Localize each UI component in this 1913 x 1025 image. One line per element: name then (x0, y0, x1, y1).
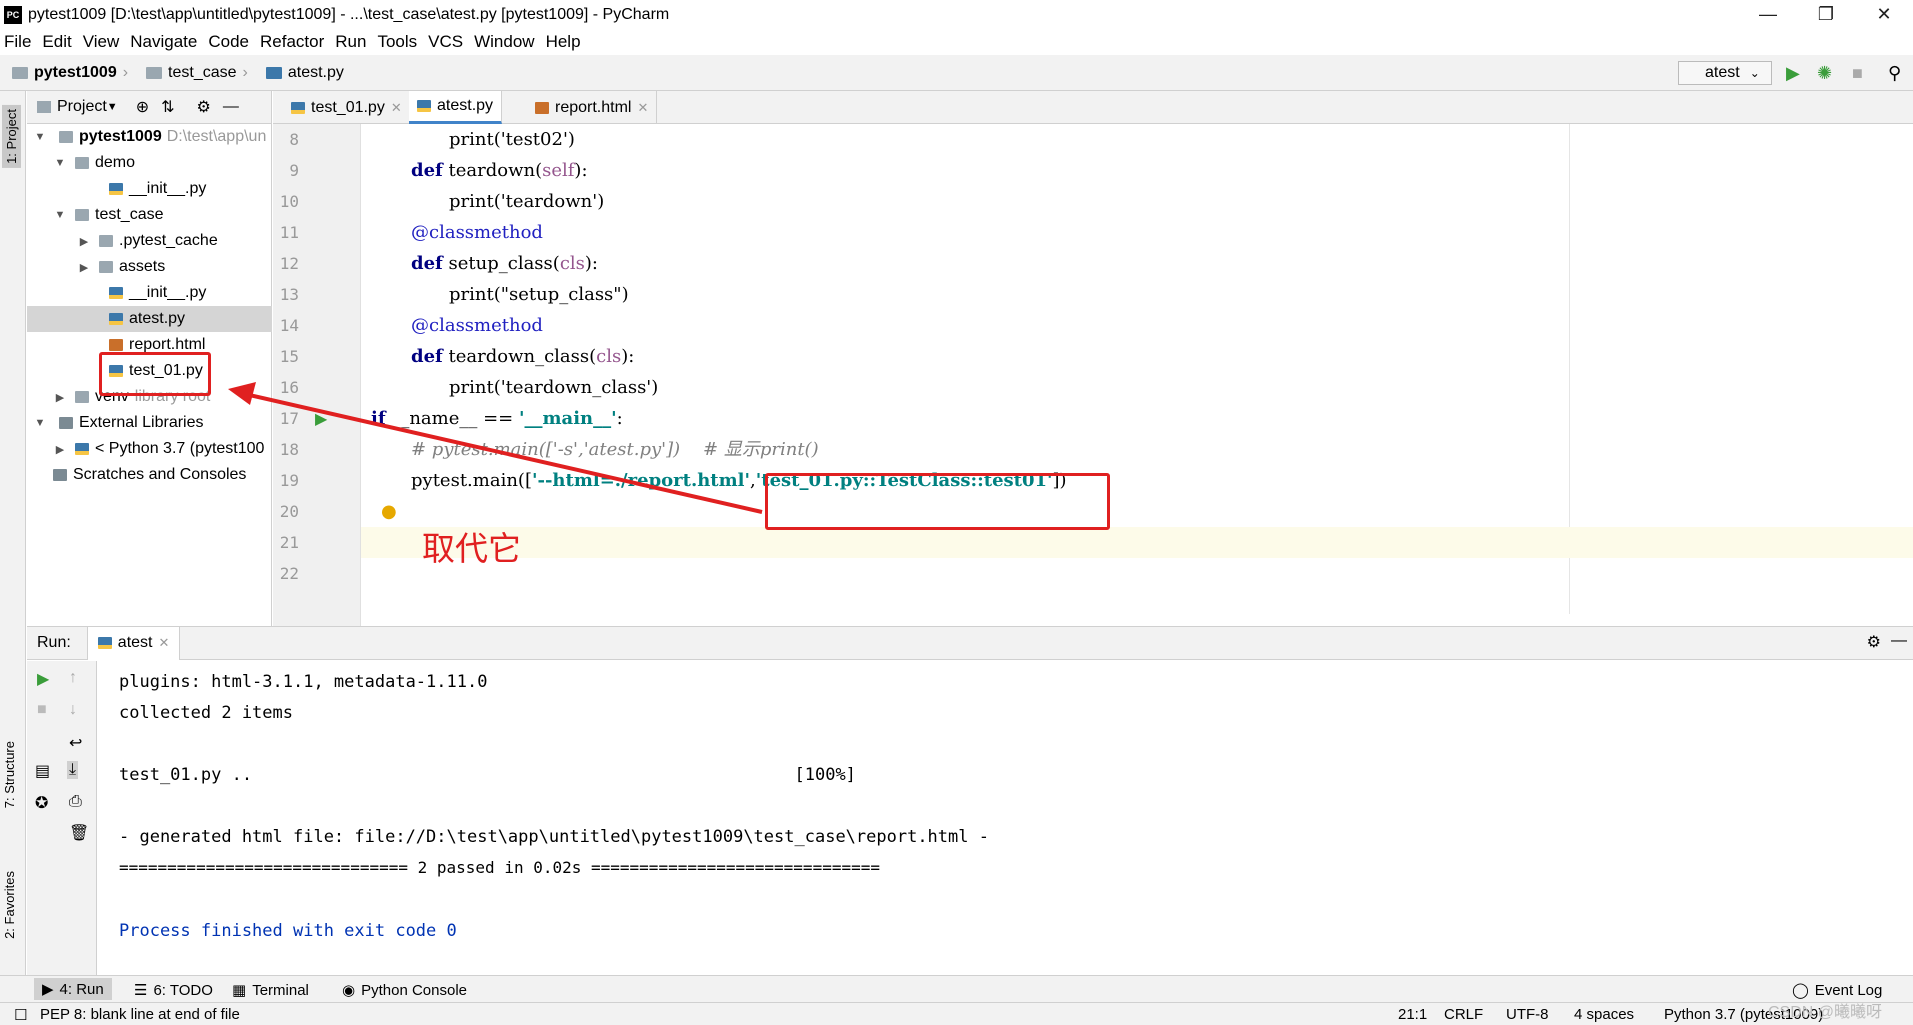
run-label: Run: (37, 634, 71, 651)
python-icon: ◉ (342, 982, 356, 999)
run-panel-header: Run: atest ✕ ⚙ — (27, 626, 1913, 660)
tool-tab-label: Terminal (252, 981, 309, 999)
watermark: CSDN @曦曦呀 (1768, 1004, 1883, 1021)
status-message: PEP 8: blank line at end of file (40, 1006, 240, 1023)
event-log-label: Event Log (1814, 981, 1883, 999)
console-line: plugins: html-3.1.1, metadata-1.11.0 (119, 672, 488, 692)
console-line: collected 2 items (119, 703, 293, 723)
run-tab-label: atest (117, 634, 153, 651)
hide-panel-icon[interactable]: — (1891, 632, 1907, 650)
run-panel: Run: atest ✕ ⚙ — ▶ ↑ ■ ↓ ↩ ▤ ⤓ ✪ ⎙ 🗑 plug… (27, 626, 1913, 976)
line-separator[interactable]: CRLF (1444, 1006, 1483, 1023)
layout-icon[interactable]: ▤ (35, 761, 50, 781)
terminal-icon: ▦ (232, 982, 247, 999)
stop-icon[interactable]: ■ (37, 701, 47, 719)
tool-window-bar: ▶ 4: Run ☰ 6: TODO ▦ Terminal ◉ Python Conso… (0, 975, 1913, 1002)
run-icon: ▶ (42, 981, 54, 998)
event-log-icon: ◯ (1792, 982, 1809, 999)
event-log-button[interactable]: ◯ Event Log (1792, 981, 1883, 1000)
run-tab[interactable]: atest ✕ (86, 626, 181, 660)
tool-tab-label: 6: TODO (153, 981, 213, 999)
python-icon (97, 637, 112, 649)
arrow-up-icon[interactable]: ↑ (69, 669, 77, 687)
tool-tab-label: 4: Run (59, 980, 104, 998)
tool-tab-todo[interactable]: ☰ 6: TODO (134, 981, 213, 1000)
console-line: - generated html file: file://D:\test\ap… (119, 827, 989, 847)
print-icon[interactable]: ⎙ (69, 793, 82, 811)
trash-icon[interactable]: 🗑 (69, 823, 89, 843)
tool-tab-terminal[interactable]: ▦ Terminal (232, 981, 309, 1000)
console-exit-line: Process finished with exit code 0 (119, 921, 457, 941)
arrow-down-icon[interactable]: ↓ (69, 701, 77, 719)
annotation-text: 取代它 (422, 529, 521, 568)
status-checkbox-icon[interactable]: ☐ (14, 1006, 27, 1024)
tool-tab-python-console[interactable]: ◉ Python Console (342, 981, 467, 1000)
console-line: test_01.py .. [100%] (119, 765, 856, 785)
gear-icon[interactable]: ⚙ (1867, 632, 1881, 652)
run-toolbar: ▶ ↑ ■ ↓ ↩ ▤ ⤓ ✪ ⎙ 🗑 (27, 661, 97, 976)
indent-setting[interactable]: 4 spaces (1574, 1006, 1634, 1023)
scroll-to-end-icon[interactable]: ⤓ (67, 761, 79, 779)
close-icon[interactable]: ✕ (158, 635, 169, 651)
status-bar: ☐ PEP 8: blank line at end of file 21:1 … (0, 1002, 1913, 1025)
tool-tab-label: Python Console (361, 981, 467, 999)
soft-wrap-icon[interactable]: ↩ (69, 733, 82, 753)
console-line: ============================== 2 passed … (119, 858, 880, 877)
rerun-icon[interactable]: ▶ (37, 669, 49, 689)
todo-icon: ☰ (134, 982, 148, 999)
caret-position[interactable]: 21:1 (1398, 1006, 1427, 1023)
tool-tab-run[interactable]: ▶ 4: Run (34, 978, 112, 1000)
file-encoding[interactable]: UTF-8 (1506, 1006, 1549, 1023)
pin-icon[interactable]: ✪ (35, 793, 48, 813)
